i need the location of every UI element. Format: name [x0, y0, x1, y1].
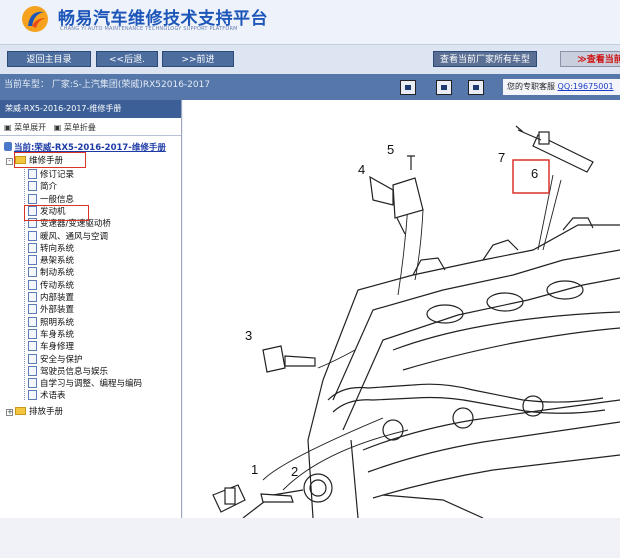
view-all-models-button[interactable]: 查看当前厂家所有车型	[433, 51, 537, 67]
engine-sensor-diagram: 1 2 3 4 5 6 7	[212, 125, 620, 518]
support-qq-link[interactable]: QQ:19675001	[558, 82, 614, 91]
document-icon	[28, 181, 37, 192]
document-icon	[28, 169, 37, 179]
current-model-label: 当前车型： 厂家:S-上汽集团(荣威)RX52016-2017	[4, 80, 211, 90]
callout-6: 6	[531, 166, 538, 181]
single-pane-icon[interactable]	[400, 80, 416, 95]
tree-item-label[interactable]: 外部装置	[40, 305, 74, 315]
app-window: 畅易汽车维修技术支持平台 CHANG YI AUTO MAINTENANCE T…	[0, 0, 620, 558]
tree-item-label[interactable]: 转向系统	[40, 244, 74, 254]
tree-guide	[24, 167, 25, 400]
tree-item-label[interactable]: 一般信息	[40, 195, 74, 205]
tree-item[interactable]: 转向系统	[28, 242, 74, 255]
document-icon	[28, 230, 37, 241]
tree-item-label[interactable]: 驾驶员信息与娱乐	[40, 367, 108, 377]
highlight-engine	[24, 205, 89, 221]
tree-item[interactable]: 简介	[28, 181, 57, 193]
back-button[interactable]: <<后退.	[96, 51, 158, 67]
collapse-toggle-icon[interactable]: -	[6, 158, 13, 165]
tree-item-label[interactable]: 术语表	[40, 391, 66, 401]
tree-item[interactable]: 车身系统	[28, 328, 74, 341]
expand-menu-button[interactable]: 菜单展开	[14, 123, 46, 132]
document-icon	[28, 279, 37, 290]
expand-menu-icon[interactable]: ▣	[4, 123, 14, 132]
sidebar-header: 荣威-RX5-2016-2017-维修手册	[0, 100, 181, 118]
support-contact: 您的专职客服 QQ:19675001	[503, 79, 620, 95]
tree-item[interactable]: 内部装置	[28, 292, 74, 304]
expand-toggle-icon[interactable]: +	[6, 409, 13, 416]
divider	[0, 135, 181, 136]
tree-item-label[interactable]: 传动系统	[40, 281, 74, 291]
document-icon	[28, 304, 37, 315]
support-label: 您的专职客服	[507, 82, 558, 91]
app-subtitle: CHANG YI AUTO MAINTENANCE TECHNOLOGY SUP…	[60, 26, 238, 32]
document-icon	[28, 390, 37, 401]
document-icon	[28, 255, 37, 266]
tree-item-label[interactable]: 自学习与调整、编程与编码	[40, 379, 142, 389]
tree-item-label[interactable]: 悬架系统	[40, 256, 74, 266]
tree-item[interactable]: 术语表	[28, 390, 66, 402]
document-icon	[28, 328, 37, 339]
brand-logo-icon	[22, 6, 48, 32]
diagram-panel: 1 2 3 4 5 6 7	[183, 100, 620, 518]
tree-item-label[interactable]: 修订记录	[40, 170, 74, 180]
tree-item[interactable]: 修订记录	[28, 169, 74, 181]
callout-5: 5	[387, 142, 394, 157]
document-icon	[28, 378, 37, 389]
tree-item[interactable]: 安全与保护	[28, 353, 83, 366]
view-current-button[interactable]: ≫查看当前	[560, 51, 620, 67]
tree-item-label[interactable]: 简介	[40, 182, 57, 192]
highlight-manual	[14, 152, 86, 168]
footer-area	[0, 518, 620, 558]
tree-item-label[interactable]: 车身系统	[40, 330, 74, 340]
tree-item[interactable]: 制动系统	[28, 267, 74, 279]
tree-controls: ▣ 菜单展开 ▣ 菜单折叠	[4, 122, 96, 133]
manual-icon	[4, 142, 12, 151]
toolbar: 返回主目录 <<后退. >>前进 查看当前厂家所有车型 ≫查看当前	[0, 44, 620, 74]
tree-item[interactable]: 照明系统	[28, 316, 74, 329]
callout-4: 4	[358, 162, 365, 177]
tree-item-label[interactable]: 照明系统	[40, 318, 74, 328]
tree-folder-label[interactable]: 排放手册	[29, 407, 63, 417]
dual-pane-icon[interactable]	[436, 80, 452, 95]
tree-item-label[interactable]: 制动系统	[40, 268, 74, 278]
document-icon	[28, 365, 37, 376]
tree-item[interactable]: 外部装置	[28, 304, 74, 316]
document-icon	[28, 341, 37, 352]
tree-item-label[interactable]: 安全与保护	[40, 355, 83, 365]
tree-item-label[interactable]: 内部装置	[40, 293, 74, 303]
document-icon	[28, 316, 37, 327]
tree-item[interactable]: 车身修理	[28, 341, 74, 353]
right-pane-icon[interactable]	[468, 80, 484, 95]
callout-2: 2	[291, 464, 298, 479]
tree-item[interactable]: 一般信息	[28, 193, 74, 206]
tree-folder-emission[interactable]: + 排放手册	[6, 406, 63, 418]
tree-item[interactable]: 悬架系统	[28, 255, 74, 267]
sidebar: 荣威-RX5-2016-2017-维修手册 ▣ 菜单展开 ▣ 菜单折叠 当前:荣…	[0, 100, 182, 518]
document-icon	[28, 353, 37, 364]
tree-item-label[interactable]: 车身修理	[40, 342, 74, 352]
header: 畅易汽车维修技术支持平台 CHANG YI AUTO MAINTENANCE T…	[0, 0, 620, 44]
forward-button[interactable]: >>前进	[162, 51, 234, 67]
collapse-menu-button[interactable]: 菜单折叠	[64, 123, 96, 132]
status-bar: 当前车型： 厂家:S-上汽集团(荣威)RX52016-2017 您的专职客服 Q…	[0, 74, 620, 100]
tree-item[interactable]: 自学习与调整、编程与编码	[28, 378, 142, 390]
document-icon	[28, 193, 37, 204]
callout-3: 3	[245, 328, 252, 343]
document-icon	[28, 292, 37, 302]
tree-item[interactable]: 暖风、通风与空调	[28, 230, 108, 243]
tree-item[interactable]: 驾驶员信息与娱乐	[28, 365, 108, 378]
callout-7: 7	[498, 150, 505, 165]
document-icon	[28, 242, 37, 253]
collapse-menu-icon[interactable]: ▣	[49, 123, 64, 132]
document-icon	[28, 267, 37, 278]
folder-icon	[15, 407, 26, 415]
engine-outline	[322, 224, 620, 381]
back-to-main-button[interactable]: 返回主目录	[7, 51, 91, 67]
tree-item-label[interactable]: 暖风、通风与空调	[40, 232, 108, 242]
tree-item[interactable]: 传动系统	[28, 279, 74, 292]
callout-1: 1	[251, 462, 258, 477]
